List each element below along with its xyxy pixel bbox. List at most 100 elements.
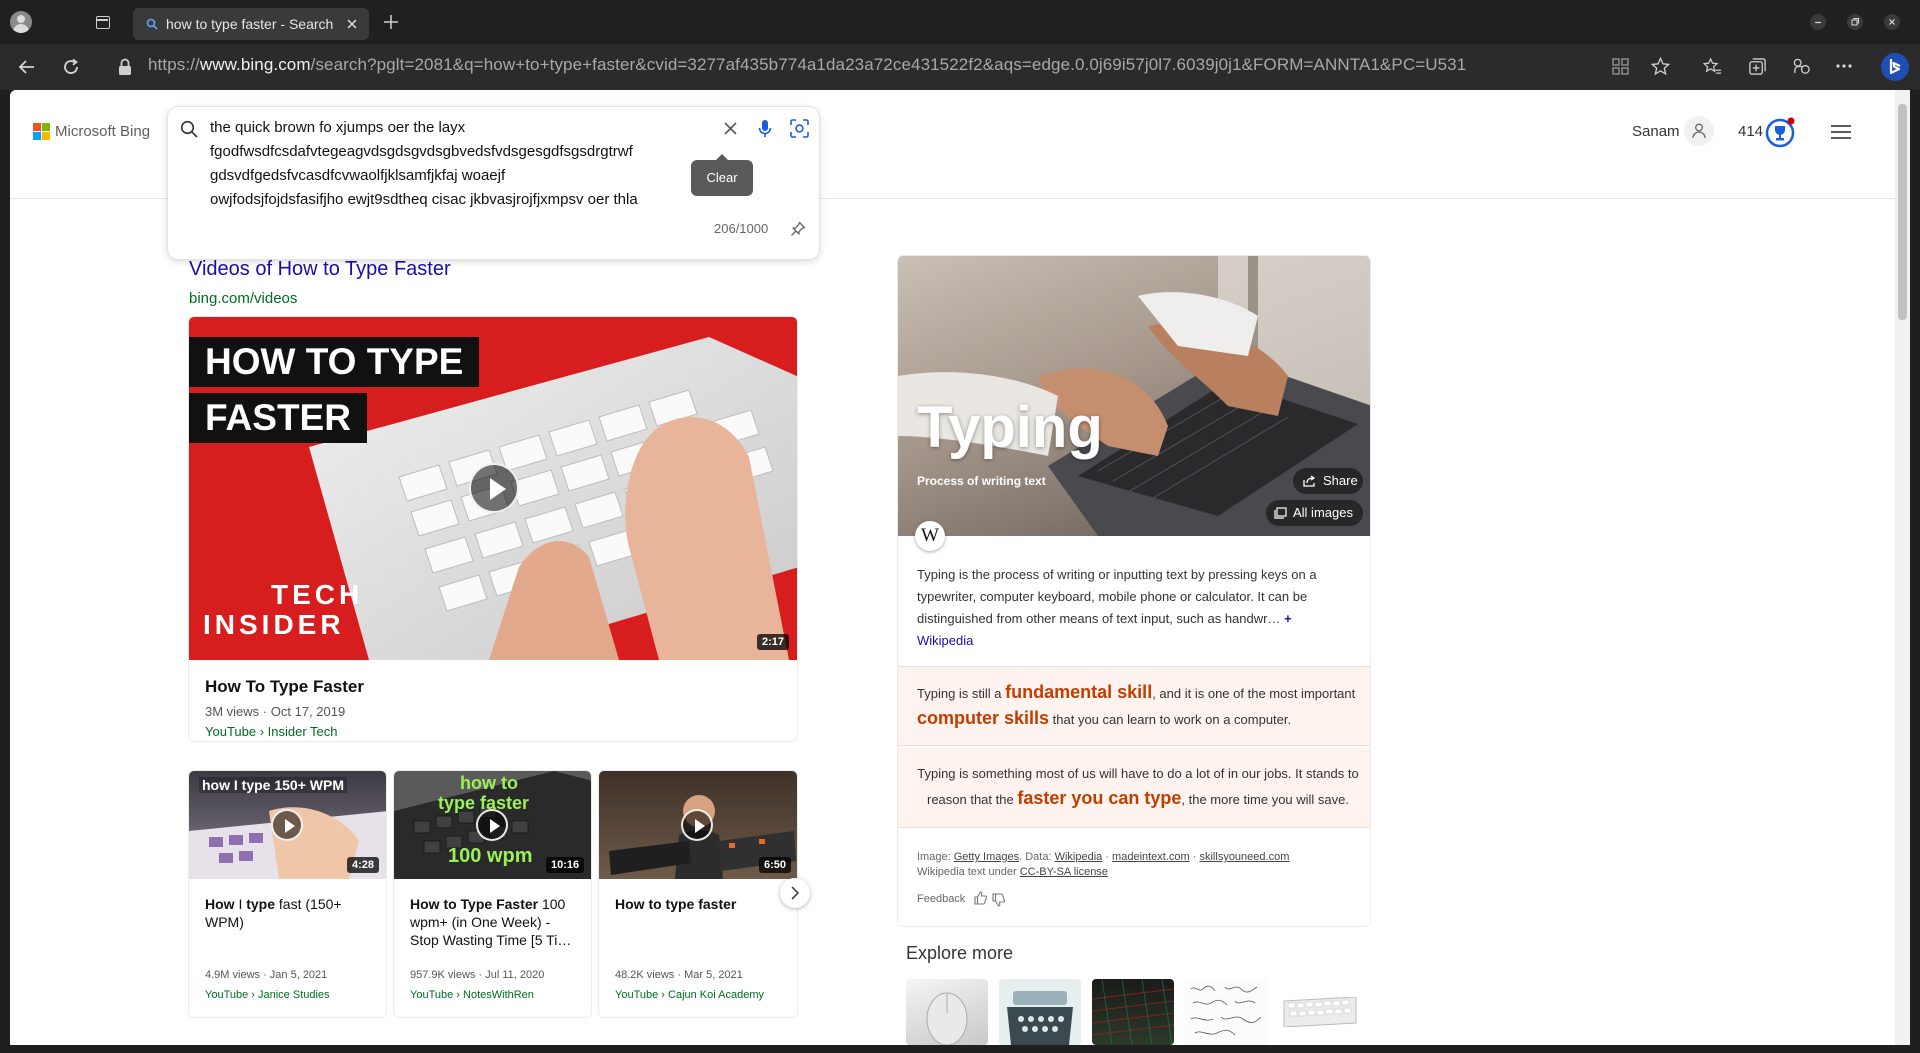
- credit-wikipedia-link[interactable]: Wikipedia: [1055, 851, 1103, 863]
- explore-thumb-keyboard-dark[interactable]: [1092, 979, 1174, 1045]
- scrollbar-thumb[interactable]: [1898, 104, 1907, 320]
- url-domain: www.bing.com: [199, 55, 311, 74]
- share-icon: [1303, 475, 1316, 487]
- fact-2-text: Typing is something most of us will have…: [917, 766, 1359, 808]
- play-icon[interactable]: [469, 463, 519, 513]
- main-video-thumbnail[interactable]: HOW TO TYPE FASTER TECH INSIDER 2:17: [189, 317, 797, 660]
- white-keyboard-image: [1283, 997, 1357, 1027]
- kp-subtitle: Process of writing text: [917, 474, 1046, 488]
- video-card-3[interactable]: 6:50 How to type faster 48.2K views · Ma…: [598, 770, 798, 1018]
- video-thumbnail-1[interactable]: how I type 150+ WPM 4:28: [189, 771, 386, 879]
- search-icon: [146, 18, 158, 30]
- kp-description-text: Typing is the process of writing or inpu…: [917, 567, 1317, 626]
- title-bar: how to type faster - Search: [0, 0, 1920, 44]
- explore-thumb-typewriter[interactable]: [999, 979, 1081, 1045]
- refresh-icon[interactable]: [62, 58, 80, 76]
- knowledge-panel: Typing Process of writing text Share All…: [897, 255, 1371, 927]
- extensions-icon[interactable]: [1792, 57, 1811, 76]
- search-query-line-3[interactable]: gdsvdfgedsfvcasdfcvwaolfjklsamfjkfaj woa…: [210, 167, 505, 184]
- play-icon[interactable]: [681, 809, 713, 841]
- kp-description: Typing is the process of writing or inpu…: [917, 564, 1357, 630]
- video-source-2[interactable]: YouTube › NotesWithRen: [410, 989, 534, 1001]
- close-tab-icon[interactable]: [347, 19, 357, 29]
- thumbs-down-icon[interactable]: [992, 893, 1005, 907]
- video-overlay-2a: how to: [460, 773, 518, 793]
- share-label: Share: [1323, 473, 1358, 488]
- clear-icon[interactable]: [724, 122, 737, 135]
- video-thumbnail-3[interactable]: 6:50: [599, 771, 797, 879]
- videos-heading-link[interactable]: Videos of How to Type Faster: [189, 258, 451, 281]
- main-video-card[interactable]: HOW TO TYPE FASTER TECH INSIDER 2:17 How…: [188, 316, 798, 742]
- explore-thumb-mouse[interactable]: [906, 979, 988, 1045]
- main-video-title[interactable]: How To Type Faster: [205, 677, 364, 697]
- video-title-3[interactable]: How to type faster: [615, 895, 787, 913]
- clear-tooltip: Clear: [691, 154, 753, 196]
- video-overlay-2c: 100 wpm: [448, 845, 533, 867]
- profile-icon[interactable]: [10, 11, 32, 33]
- more-menu-icon[interactable]: [1836, 64, 1852, 68]
- credit-skillsyouneed-link[interactable]: skillsyouneed.com: [1199, 851, 1289, 863]
- wikipedia-link[interactable]: Wikipedia: [917, 633, 973, 648]
- video-duration: 2:17: [757, 634, 790, 650]
- play-icon[interactable]: [476, 809, 508, 841]
- search-query-line-2[interactable]: fgodfwsdfcsdafvtegeagvdsgdsgvdsgbvedsfvd…: [210, 143, 633, 160]
- avatar[interactable]: [1684, 116, 1714, 146]
- favorites-icon[interactable]: [1703, 57, 1722, 76]
- new-tab-icon[interactable]: [384, 15, 398, 29]
- all-images-label: All images: [1293, 505, 1353, 520]
- video-duration: 10:16: [546, 857, 585, 873]
- bing-copilot-icon[interactable]: [1880, 52, 1910, 82]
- collections-icon[interactable]: [1748, 57, 1767, 76]
- hamburger-menu-icon[interactable]: [1830, 124, 1852, 140]
- expand-button[interactable]: +: [1284, 611, 1292, 626]
- carousel-next-button[interactable]: [780, 878, 810, 908]
- restore-icon[interactable]: [1847, 14, 1863, 30]
- back-icon[interactable]: [18, 58, 36, 76]
- getty-link[interactable]: Getty Images: [954, 851, 1019, 863]
- video-duration: 4:28: [347, 857, 380, 873]
- tab-actions-icon[interactable]: [96, 16, 110, 29]
- video-title-1[interactable]: How I type fast (150+ WPM): [205, 895, 375, 931]
- rewards-badge[interactable]: [1764, 117, 1796, 149]
- main-video-source[interactable]: YouTube › Insider Tech: [205, 724, 338, 739]
- video-source-3[interactable]: YouTube › Cajun Koi Academy: [615, 989, 764, 1001]
- thumb-brand-1: TECH: [271, 579, 364, 610]
- all-images-button[interactable]: All images: [1266, 500, 1363, 526]
- character-count: 206/1000: [714, 221, 769, 236]
- lock-icon[interactable]: [118, 58, 132, 76]
- feedback-label[interactable]: Feedback: [917, 893, 965, 905]
- video-card-2[interactable]: how to type faster 100 wpm 10:16 How to …: [393, 770, 592, 1018]
- license-link[interactable]: CC-BY-SA license: [1020, 866, 1108, 878]
- thumbs-up-icon[interactable]: [974, 891, 987, 905]
- video-card-1[interactable]: how I type 150+ WPM 4:28 How I type fast…: [188, 770, 387, 1018]
- search-query-line-1[interactable]: the quick brown fo xjumps oer the layx: [210, 119, 465, 136]
- credit-madeintext-link[interactable]: madeintext.com: [1112, 851, 1190, 863]
- thumb-title-box-2: FASTER: [189, 393, 367, 443]
- minimize-icon[interactable]: [1810, 14, 1826, 30]
- address-bar-url[interactable]: https://www.bing.com/search?pglt=2081&q=…: [148, 55, 1466, 75]
- tab-active[interactable]: how to type faster - Search: [133, 8, 369, 40]
- explore-thumb-handwriting[interactable]: [1185, 979, 1267, 1045]
- microphone-icon[interactable]: [758, 119, 772, 138]
- close-window-icon[interactable]: [1884, 14, 1900, 30]
- microsoft-logo-icon: [33, 123, 50, 140]
- share-button[interactable]: Share: [1293, 468, 1363, 494]
- app-available-icon[interactable]: [1612, 58, 1629, 75]
- visual-search-icon[interactable]: [790, 119, 809, 138]
- play-icon[interactable]: [271, 809, 303, 841]
- thumb-title-box-1: HOW TO TYPE: [189, 337, 480, 387]
- url-scheme: https://: [148, 55, 200, 74]
- favorite-star-icon[interactable]: [1651, 57, 1670, 76]
- pin-icon[interactable]: [790, 221, 806, 237]
- hero-image[interactable]: Typing Process of writing text Share All…: [898, 256, 1370, 536]
- wikipedia-logo[interactable]: W: [915, 521, 945, 551]
- bing-logo[interactable]: Microsoft Bing: [33, 123, 153, 141]
- search-query-line-4[interactable]: owjfodsjfojdsfasifjho ewjt9sdtheq cisac …: [210, 191, 638, 208]
- explore-thumb-keyboard-white[interactable]: [1278, 979, 1360, 1045]
- video-title-2[interactable]: How to Type Faster 100 wpm+ (in One Week…: [410, 895, 582, 949]
- user-name[interactable]: Sanam: [1632, 123, 1680, 140]
- videos-source-url[interactable]: bing.com/videos: [189, 290, 297, 307]
- rewards-points[interactable]: 414: [1738, 123, 1763, 140]
- video-thumbnail-2[interactable]: how to type faster 100 wpm 10:16: [394, 771, 591, 879]
- video-source-1[interactable]: YouTube › Janice Studies: [205, 989, 330, 1001]
